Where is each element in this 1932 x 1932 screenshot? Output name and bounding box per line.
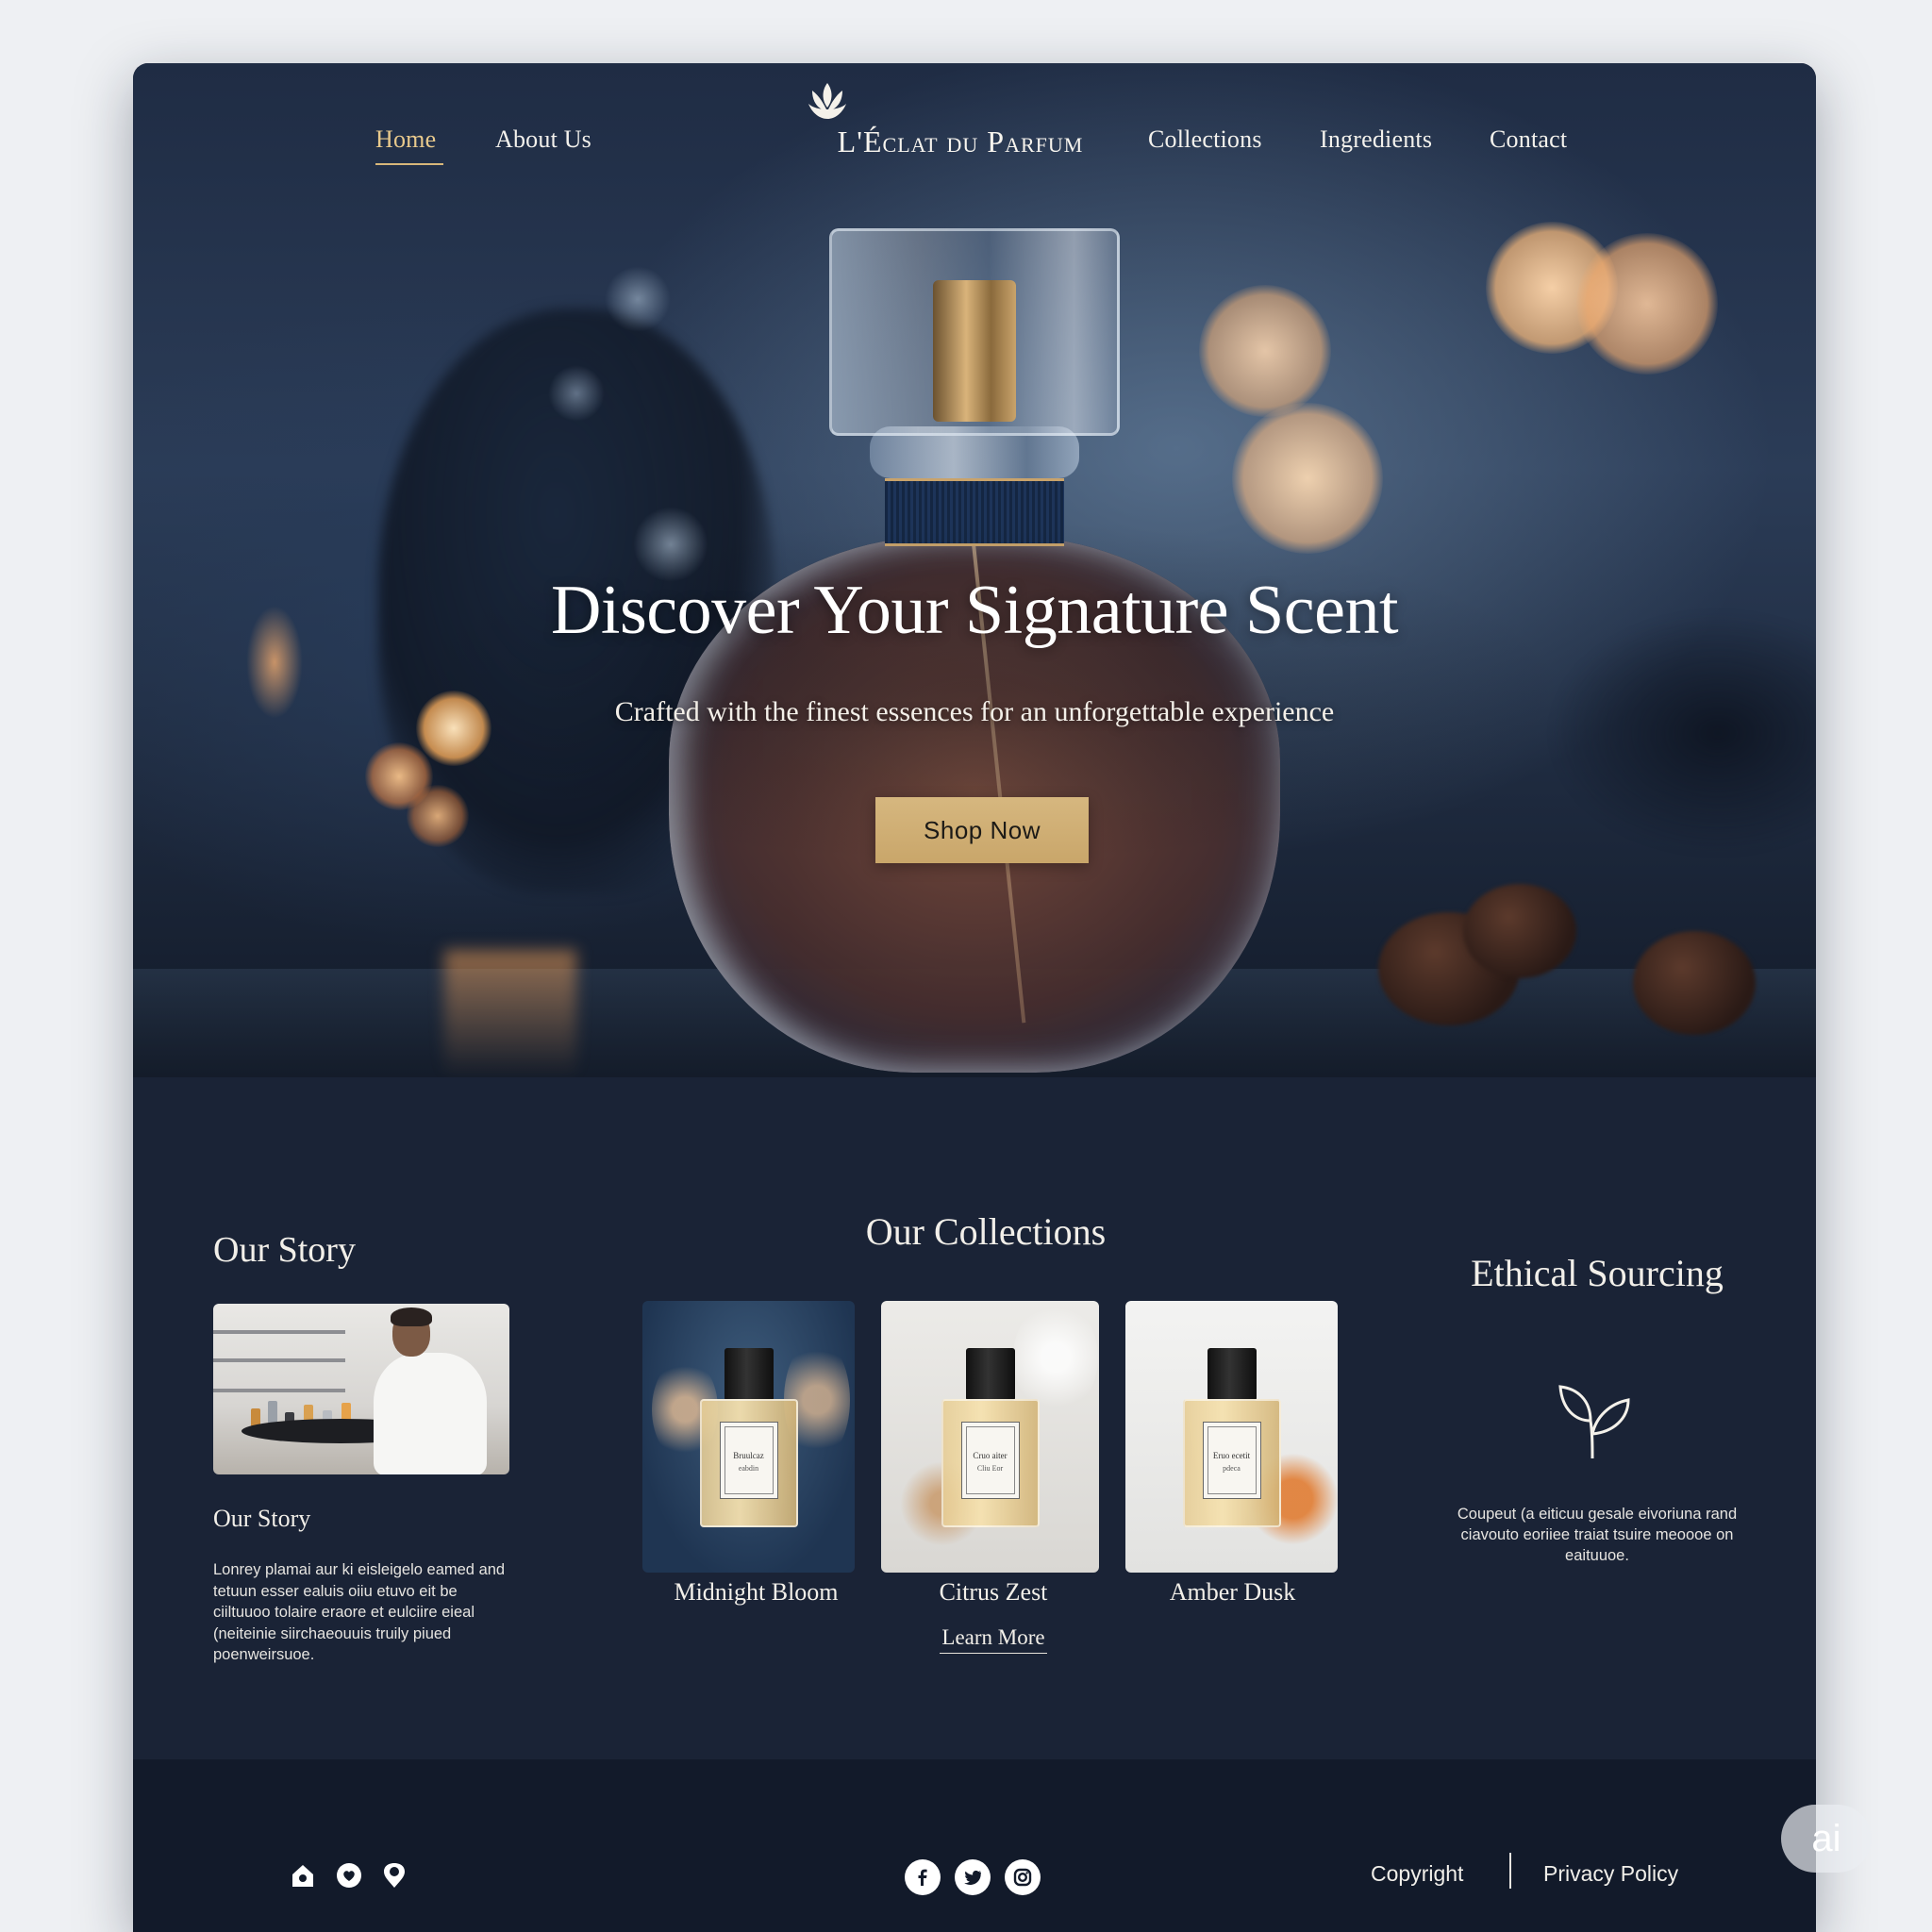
bottle-label: Bruulcaz eabdin xyxy=(719,1422,778,1499)
instagram-icon[interactable] xyxy=(1005,1859,1041,1895)
twitter-glyph xyxy=(964,1870,981,1885)
ethical-sourcing-heading: Ethical Sourcing xyxy=(1471,1252,1724,1294)
perfumer-photo xyxy=(213,1304,509,1474)
bottle-label: Cruo aiter Cliu Eor xyxy=(960,1422,1020,1499)
bottle-label-subtext: eabdin xyxy=(738,1464,759,1473)
nav-active-underline xyxy=(375,163,443,165)
footer xyxy=(133,1759,1816,1932)
collection-name[interactable]: Amber Dusk xyxy=(1125,1578,1340,1607)
hero-subtitle: Crafted with the finest essences for an … xyxy=(614,696,1335,727)
lotus-logo-icon xyxy=(808,83,846,119)
bottle-label-text: Eruo ecetit xyxy=(1212,1451,1251,1460)
collection-card-image[interactable]: Bruulcaz eabdin xyxy=(642,1301,855,1573)
ai-badge: ai xyxy=(1781,1805,1872,1873)
bottle-label: Eruo ecetit pdeca xyxy=(1202,1422,1261,1499)
bottle-cap xyxy=(965,1348,1015,1401)
footer-divider xyxy=(1509,1853,1511,1889)
perfumer-figure xyxy=(374,1353,487,1474)
heart-icon[interactable] xyxy=(335,1861,363,1890)
our-story-caption: Our Story xyxy=(213,1505,311,1532)
bottle-label-subtext: pdeca xyxy=(1223,1464,1241,1473)
our-story-heading: Our Story xyxy=(213,1230,356,1270)
shelf xyxy=(213,1389,345,1392)
collection-card-image[interactable]: Cruo aiter Cliu Eor xyxy=(881,1301,1099,1573)
our-story-text: Lonrey plamai aur ki eisleigelo eamed an… xyxy=(213,1561,506,1663)
facebook-icon[interactable] xyxy=(905,1859,941,1895)
instagram-glyph xyxy=(1013,1868,1032,1887)
shop-now-button[interactable]: Shop Now xyxy=(875,797,1089,863)
nav-contact[interactable]: Contact xyxy=(1490,125,1567,154)
shelf xyxy=(213,1358,345,1362)
brand-logo-text[interactable]: L'Éclat du Parfum xyxy=(819,125,1102,159)
nav-home[interactable]: Home xyxy=(375,125,436,154)
facebook-glyph xyxy=(918,1869,927,1886)
bottle-label-text: Bruulcaz xyxy=(733,1451,764,1460)
sprout-leaf-icon xyxy=(1558,1385,1630,1459)
bottle-label-subtext: Cliu Eor xyxy=(976,1464,1004,1473)
bottle-label-text: Cruo aiter xyxy=(973,1451,1008,1460)
nav-collections[interactable]: Collections xyxy=(1148,125,1262,154)
perfumer-hair xyxy=(391,1307,432,1326)
bottle-cap xyxy=(1207,1348,1257,1401)
nav-about-us[interactable]: About Us xyxy=(495,125,591,154)
collection-name[interactable]: Midnight Bloom xyxy=(642,1578,870,1607)
our-collections-heading: Our Collections xyxy=(865,1210,1107,1253)
map-pin-icon[interactable] xyxy=(380,1861,408,1890)
shelf xyxy=(213,1330,345,1334)
ethical-sourcing-text: Coupeut (a eiticuu gesale eivoriuna rand… xyxy=(1457,1506,1738,1564)
hero-title: Discover Your Signature Scent xyxy=(550,572,1399,649)
collection-name[interactable]: Citrus Zest xyxy=(881,1578,1106,1607)
footer-copyright-link[interactable]: Copyright xyxy=(1371,1861,1463,1887)
bottle-cap xyxy=(724,1348,774,1401)
white-flowers xyxy=(1013,1301,1098,1414)
home-icon[interactable] xyxy=(289,1861,317,1890)
page: Home About Us L'Éclat du Parfum Collecti… xyxy=(133,63,1816,1932)
twitter-icon[interactable] xyxy=(955,1859,991,1895)
learn-more-link[interactable]: Learn More xyxy=(940,1625,1047,1654)
collection-card-image[interactable]: Eruo ecetit pdeca xyxy=(1125,1301,1338,1573)
footer-privacy-policy-link[interactable]: Privacy Policy xyxy=(1543,1861,1678,1887)
nav-ingredients[interactable]: Ingredients xyxy=(1320,125,1432,154)
